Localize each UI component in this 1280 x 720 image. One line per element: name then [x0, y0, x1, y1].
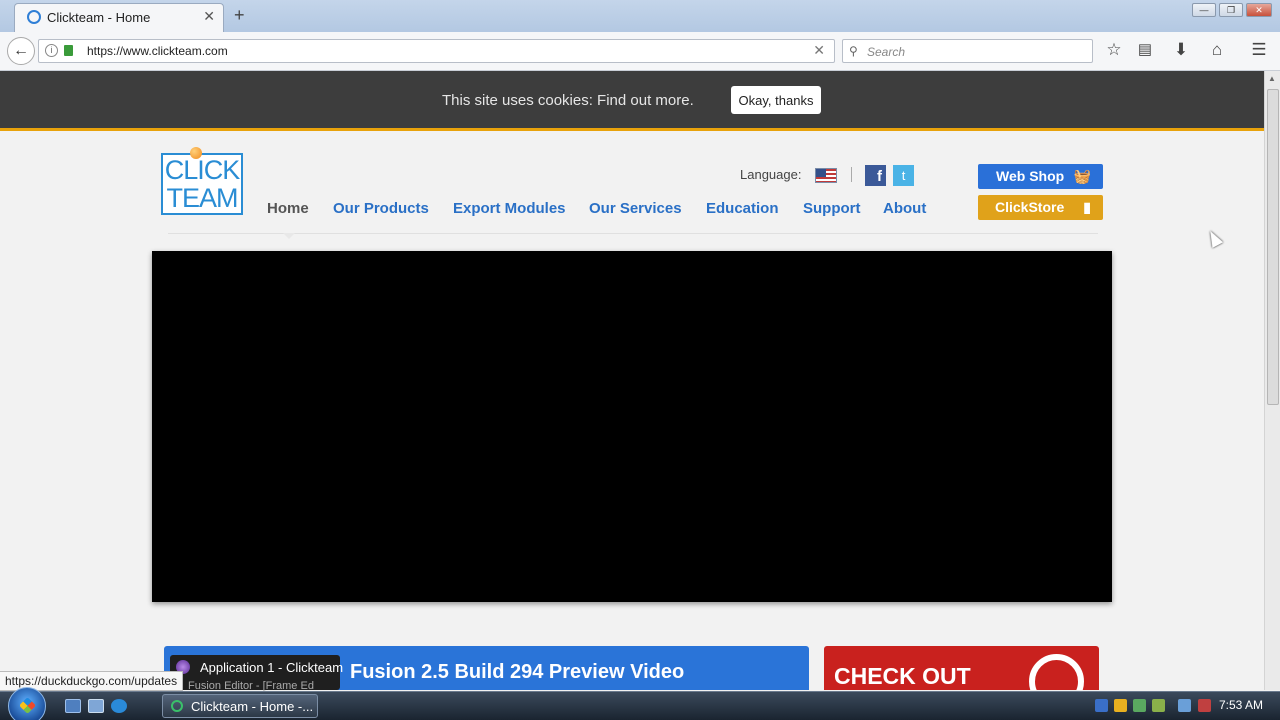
home-icon[interactable]: ⌂: [1205, 40, 1229, 60]
lock-icon: [64, 45, 73, 56]
cookie-accept-button[interactable]: Okay, thanks: [731, 86, 821, 114]
back-button[interactable]: ←: [7, 37, 35, 65]
taskbar-preview-tooltip[interactable]: Application 1 - Clickteam Fusion Editor …: [170, 655, 344, 692]
video-player[interactable]: [152, 251, 1112, 602]
menu-icon[interactable]: ☰: [1247, 40, 1271, 60]
language-label: Language:: [740, 167, 802, 182]
clickstore-label: ClickStore: [995, 199, 1065, 215]
tab-title: Clickteam - Home: [47, 10, 151, 25]
switch-windows-icon[interactable]: [88, 699, 104, 713]
vertical-scrollbar[interactable]: ▲: [1264, 71, 1280, 690]
downloads-icon[interactable]: ⬇: [1169, 40, 1193, 60]
scroll-up-icon[interactable]: ▲: [1268, 74, 1276, 83]
bookmark-star-icon[interactable]: ☆: [1102, 40, 1126, 60]
reading-list-icon[interactable]: ▤: [1133, 40, 1157, 58]
cookie-banner: This site uses cookies: Find out more. O…: [0, 71, 1264, 131]
tab-close-icon[interactable]: ✕: [203, 8, 215, 25]
tooltip-title: Application 1 - Clickteam: [200, 660, 344, 675]
logo-line-1: CLICK: [164, 155, 241, 185]
url-bar[interactable]: i https://www.clickteam.com ✕: [38, 39, 835, 63]
logo-dot-icon: [190, 147, 202, 159]
tray-display-icon[interactable]: [1178, 699, 1191, 712]
search-placeholder: Search: [867, 45, 906, 59]
promo-logo-icon: [1029, 654, 1084, 690]
browser-navbar: ← i https://www.clickteam.com ✕ ⚲ Search…: [0, 32, 1280, 71]
facebook-icon[interactable]: f: [865, 165, 886, 186]
nav-home[interactable]: Home: [267, 200, 309, 217]
info-icon[interactable]: i: [45, 44, 58, 57]
close-window-button[interactable]: ✕: [1246, 3, 1272, 17]
nav-our-products[interactable]: Our Products: [333, 200, 429, 217]
separator: [851, 167, 852, 182]
task-label: Clickteam - Home -...: [191, 699, 314, 714]
nav-export-modules[interactable]: Export Modules: [453, 200, 566, 217]
web-shop-button[interactable]: Web Shop 🧺: [978, 164, 1103, 189]
tray-volume-muted-icon[interactable]: [1198, 699, 1211, 712]
tray-network-icon[interactable]: [1152, 699, 1165, 712]
clickstore-button[interactable]: ClickStore ▮: [978, 195, 1103, 220]
twitter-icon[interactable]: t: [893, 165, 914, 186]
url-clear-icon[interactable]: ✕: [813, 42, 825, 59]
promo-video-title: Fusion 2.5 Build 294 Preview Video: [350, 661, 685, 683]
clipboard-icon: ▮: [1083, 199, 1091, 215]
nav-divider: [168, 233, 1098, 234]
mouse-cursor-icon: [1204, 228, 1224, 248]
clickteam-logo[interactable]: CLICK TEAM: [161, 153, 243, 215]
web-shop-label: Web Shop: [996, 168, 1065, 184]
url-text[interactable]: https://www.clickteam.com: [87, 44, 228, 58]
loading-icon: [27, 10, 41, 24]
browser-titlebar: Clickteam - Home ✕ + — ❐ ✕: [0, 0, 1280, 32]
tray-shield-icon[interactable]: [1114, 699, 1127, 712]
promo-checkout-title: CHECK OUT: [834, 663, 971, 689]
active-nav-pointer: [283, 233, 295, 239]
new-tab-button[interactable]: +: [234, 5, 245, 26]
nav-education[interactable]: Education: [706, 200, 779, 217]
search-icon: ⚲: [849, 44, 858, 58]
browser-task-icon: [171, 700, 183, 712]
windows-logo-icon: [19, 697, 36, 714]
taskbar-item-browser[interactable]: Clickteam - Home -...: [162, 694, 318, 718]
windows-taskbar: Clickteam - Home -... 7:53 AM: [0, 687, 1280, 720]
tray-update-icon[interactable]: [1133, 699, 1146, 712]
page-content: CLICK TEAM Home Our Products Export Modu…: [0, 131, 1264, 690]
flag-canton: [816, 169, 826, 177]
scroll-thumb[interactable]: [1267, 89, 1279, 405]
maximize-button[interactable]: ❐: [1219, 3, 1243, 17]
browser-tab[interactable]: Clickteam - Home ✕: [14, 3, 224, 32]
us-flag-icon[interactable]: [815, 168, 837, 183]
minimize-button[interactable]: —: [1192, 3, 1216, 17]
screen: Clickteam - Home ✕ + — ❐ ✕ ← i https://w…: [0, 0, 1280, 720]
logo-line-2: TEAM: [166, 183, 238, 213]
nav-our-services[interactable]: Our Services: [589, 200, 682, 217]
tray-bluetooth-icon[interactable]: [1095, 699, 1108, 712]
taskbar-clock[interactable]: 7:53 AM: [1219, 698, 1263, 712]
nav-support[interactable]: Support: [803, 200, 861, 217]
basket-icon: 🧺: [1073, 168, 1091, 184]
promo-banner-checkout[interactable]: CHECK OUT: [824, 646, 1099, 690]
internet-explorer-icon[interactable]: [111, 699, 127, 713]
cookie-text[interactable]: This site uses cookies: Find out more.: [442, 92, 694, 109]
show-desktop-icon[interactable]: [65, 699, 81, 713]
search-input[interactable]: ⚲ Search: [842, 39, 1093, 63]
nav-about[interactable]: About: [883, 200, 926, 217]
start-button[interactable]: [8, 687, 46, 720]
